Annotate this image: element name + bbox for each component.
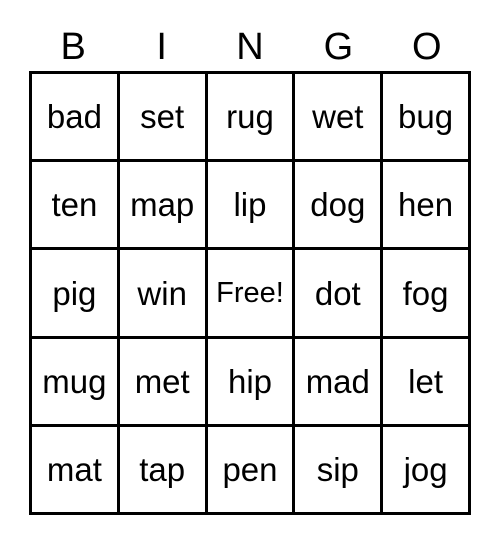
bingo-cell-i3[interactable]: win — [119, 250, 208, 339]
bingo-cell-n2[interactable]: lip — [207, 162, 296, 251]
bingo-cell-n4[interactable]: hip — [207, 338, 296, 427]
bingo-cell-label: hip — [227, 362, 273, 400]
bingo-cell-label: jog — [403, 450, 448, 488]
bingo-cell-label: pig — [52, 274, 97, 312]
bingo-cell-label: ten — [51, 186, 98, 224]
bingo-row: bad set rug wet bug — [32, 74, 471, 163]
bingo-cell-label: wet — [312, 98, 364, 136]
bingo-cell-n1[interactable]: rug — [207, 74, 296, 163]
bingo-cell-label: win — [137, 274, 187, 312]
bingo-cell-o5[interactable]: jog — [383, 426, 471, 516]
bingo-cell-o4[interactable]: let — [383, 338, 471, 427]
bingo-cell-label: dog — [310, 186, 366, 224]
bingo-free-space-label: Free! — [216, 276, 284, 309]
bingo-cell-o1[interactable]: bug — [383, 74, 471, 163]
bingo-row: ten map lip dog hen — [32, 162, 471, 251]
bingo-cell-label: mad — [305, 362, 370, 400]
bingo-cell-b1[interactable]: bad — [32, 74, 120, 163]
bingo-header-letter-n: N — [236, 25, 264, 68]
bingo-cell-label: tap — [139, 450, 186, 488]
bingo-cell-free-space[interactable]: Free! — [207, 250, 296, 339]
bingo-cell-b2[interactable]: ten — [32, 162, 120, 251]
bingo-cell-o3[interactable]: fog — [383, 250, 471, 339]
bingo-cell-i1[interactable]: set — [119, 74, 208, 163]
bingo-cell-i4[interactable]: met — [119, 338, 208, 427]
bingo-cell-g5[interactable]: sip — [295, 426, 384, 516]
bingo-row: pig win Free! dot fog — [32, 250, 471, 339]
bingo-card: B I N G O bad set rug wet bug ten map li… — [0, 0, 501, 544]
bingo-cell-g3[interactable]: dot — [295, 250, 384, 339]
bingo-grid: bad set rug wet bug ten map lip dog hen … — [29, 71, 471, 516]
bingo-cell-i2[interactable]: map — [119, 162, 208, 251]
bingo-cell-label: sip — [316, 450, 359, 488]
bingo-cell-b4[interactable]: mug — [32, 338, 120, 427]
bingo-header-letter-b: B — [60, 25, 86, 68]
bingo-cell-label: hen — [398, 186, 454, 224]
bingo-cell-g2[interactable]: dog — [295, 162, 384, 251]
bingo-cell-label: pen — [222, 450, 278, 488]
bingo-cell-label: lip — [233, 186, 267, 224]
bingo-header-letter-i: I — [156, 25, 167, 68]
bingo-cell-label: dot — [314, 274, 361, 312]
bingo-cell-b5[interactable]: mat — [32, 426, 120, 516]
bingo-cell-label: set — [140, 98, 185, 136]
bingo-cell-label: map — [130, 186, 195, 224]
bingo-cell-g1[interactable]: wet — [295, 74, 384, 163]
bingo-cell-b3[interactable]: pig — [32, 250, 120, 339]
bingo-cell-label: bad — [46, 98, 102, 136]
bingo-cell-label: mat — [46, 450, 102, 488]
bingo-cell-i5[interactable]: tap — [119, 426, 208, 516]
bingo-cell-g4[interactable]: mad — [295, 338, 384, 427]
bingo-cell-label: fog — [402, 274, 449, 312]
bingo-header-row: B I N G O — [29, 22, 471, 71]
bingo-header-letter-g: G — [323, 25, 354, 68]
bingo-cell-label: let — [408, 362, 444, 400]
bingo-cell-o2[interactable]: hen — [383, 162, 471, 251]
bingo-cell-label: mug — [42, 362, 107, 400]
bingo-row: mug met hip mad let — [32, 338, 471, 427]
bingo-cell-label: bug — [398, 98, 454, 136]
bingo-cell-n5[interactable]: pen — [207, 426, 296, 516]
bingo-cell-label: met — [134, 362, 190, 400]
bingo-cell-label: rug — [226, 98, 274, 136]
bingo-header-letter-o: O — [412, 25, 442, 68]
bingo-row: mat tap pen sip jog — [32, 426, 471, 516]
